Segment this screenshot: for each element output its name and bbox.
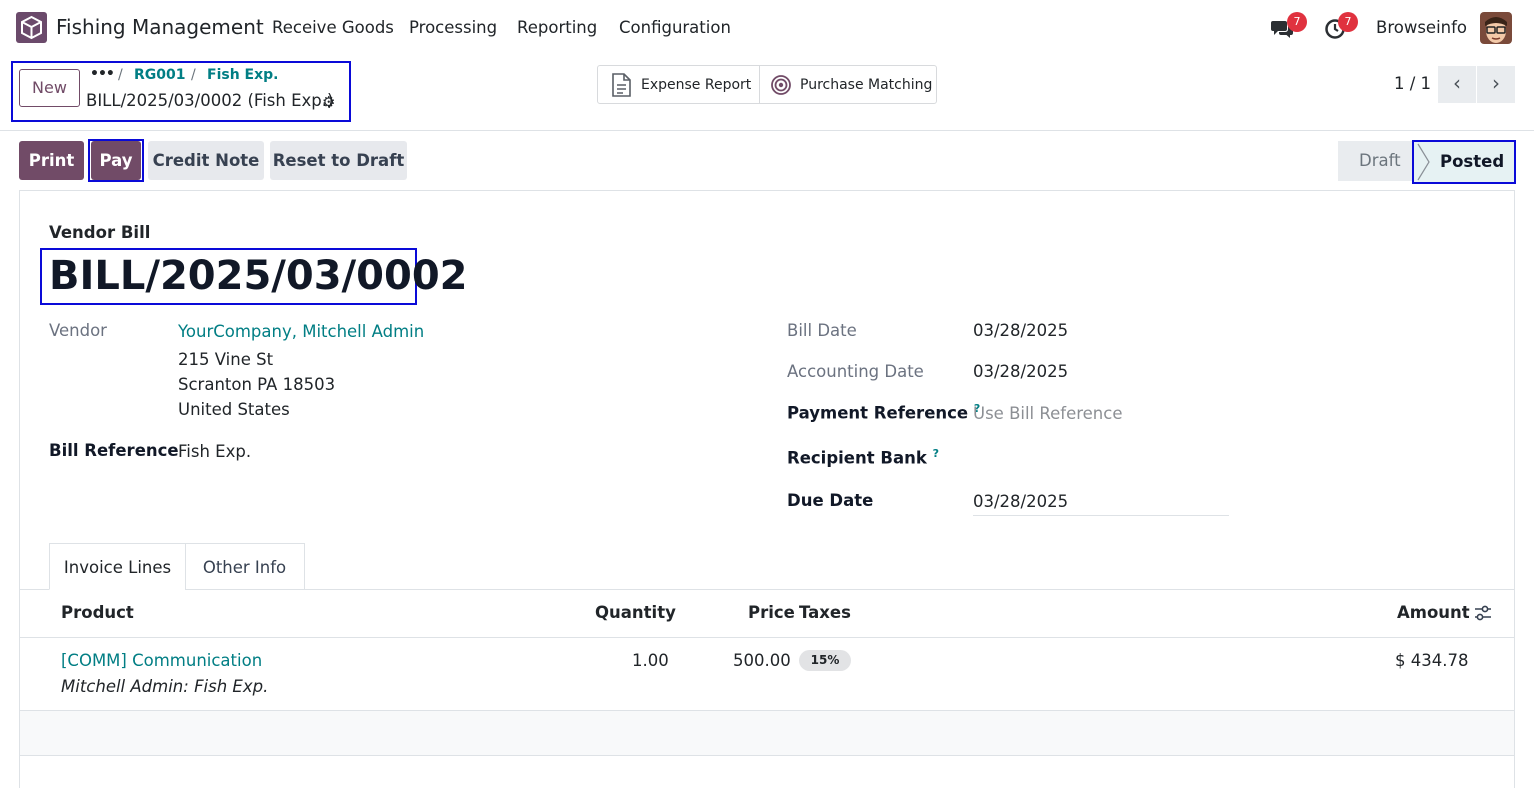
user-avatar[interactable] bbox=[1480, 12, 1512, 44]
due-date-value[interactable]: 03/28/2025 bbox=[973, 492, 1068, 511]
purchase-matching-label: Purchase Matching bbox=[800, 76, 933, 93]
menu-receive-goods[interactable]: Receive Goods bbox=[272, 18, 394, 37]
line-product-link[interactable]: [COMM] Communication bbox=[61, 651, 262, 670]
column-price[interactable]: Price bbox=[748, 603, 795, 622]
payment-reference-label: Payment Reference ? bbox=[787, 402, 980, 423]
new-button[interactable]: New bbox=[19, 69, 80, 107]
column-settings-icon[interactable] bbox=[1474, 604, 1492, 622]
user-name[interactable]: Browseinfo bbox=[1376, 18, 1467, 37]
breadcrumb-more-icon[interactable]: ••• bbox=[90, 66, 115, 82]
accounting-date-label: Accounting Date bbox=[787, 362, 924, 381]
document-type: Vendor Bill bbox=[49, 223, 151, 242]
payment-reference-input[interactable]: Use Bill Reference bbox=[973, 404, 1122, 423]
pager-value[interactable]: 1 / 1 bbox=[1394, 74, 1431, 93]
control-panel-divider bbox=[0, 130, 1534, 131]
breadcrumb-fish-exp[interactable]: Fish Exp. bbox=[207, 67, 278, 83]
bill-date-value[interactable]: 03/28/2025 bbox=[973, 321, 1068, 340]
column-amount[interactable]: Amount bbox=[1397, 603, 1470, 622]
due-date-underline bbox=[973, 515, 1229, 516]
target-icon bbox=[771, 74, 791, 95]
bill-reference-value[interactable]: Fish Exp. bbox=[178, 442, 251, 461]
menu-processing[interactable]: Processing bbox=[409, 18, 497, 37]
line-tax-badge[interactable]: 15% bbox=[799, 650, 851, 671]
due-date-label: Due Date bbox=[787, 491, 874, 510]
status-arrow-icon bbox=[1417, 143, 1430, 181]
vendor-address-country: United States bbox=[178, 400, 290, 419]
line-quantity[interactable]: 1.00 bbox=[632, 651, 669, 670]
bill-reference-label: Bill Reference bbox=[49, 441, 179, 460]
table-header-divider bbox=[20, 637, 1514, 638]
recipient-bank-input[interactable] bbox=[973, 444, 1229, 470]
gear-icon[interactable]: ⚙ bbox=[322, 93, 335, 111]
breadcrumb-separator: / bbox=[118, 67, 123, 83]
menu-configuration[interactable]: Configuration bbox=[619, 18, 731, 37]
document-icon bbox=[612, 72, 631, 97]
reset-to-draft-button[interactable]: Reset to Draft bbox=[270, 141, 407, 180]
pay-button-highlight bbox=[88, 139, 144, 182]
breadcrumb-rg001[interactable]: RG001 bbox=[134, 67, 186, 83]
help-icon[interactable]: ? bbox=[933, 447, 939, 460]
smart-button-divider bbox=[759, 66, 760, 103]
vendor-address-city: Scranton PA 18503 bbox=[178, 375, 336, 394]
status-posted-label: Posted bbox=[1440, 152, 1505, 171]
status-posted[interactable]: Posted bbox=[1412, 140, 1516, 184]
breadcrumb-separator: / bbox=[191, 67, 196, 83]
expense-report-button[interactable]: Expense Report bbox=[610, 66, 758, 103]
line-amount: $ 434.78 bbox=[1395, 651, 1469, 670]
tab-other-info[interactable]: Other Info bbox=[185, 543, 305, 590]
activities-count-badge: 7 bbox=[1338, 12, 1358, 32]
pager-previous-button[interactable]: ‹ bbox=[1438, 66, 1476, 103]
print-button[interactable]: Print bbox=[19, 141, 84, 180]
table-empty-row bbox=[20, 711, 1514, 755]
credit-note-button[interactable]: Credit Note bbox=[148, 141, 264, 180]
vendor-label: Vendor bbox=[49, 321, 107, 340]
expense-report-label: Expense Report bbox=[641, 76, 752, 93]
record-name: BILL/2025/03/0002 (Fish Exp.) bbox=[86, 91, 334, 110]
line-description: Mitchell Admin: Fish Exp. bbox=[61, 677, 269, 696]
smart-buttons: Expense Report Purchase Matching bbox=[597, 65, 937, 104]
recipient-bank-label: Recipient Bank ? bbox=[787, 447, 939, 468]
bill-date-label: Bill Date bbox=[787, 321, 857, 340]
app-name[interactable]: Fishing Management bbox=[56, 15, 264, 39]
column-quantity[interactable]: Quantity bbox=[595, 603, 676, 622]
purchase-matching-button[interactable]: Purchase Matching bbox=[770, 66, 935, 103]
recipient-bank-label-text: Recipient Bank bbox=[787, 448, 927, 468]
tab-invoice-lines[interactable]: Invoice Lines bbox=[49, 543, 186, 590]
vendor-name-link[interactable]: YourCompany, Mitchell Admin bbox=[178, 322, 424, 341]
bill-number-title: BILL/2025/03/0002 bbox=[40, 248, 468, 305]
line-price[interactable]: 500.00 bbox=[733, 651, 791, 670]
menu-reporting[interactable]: Reporting bbox=[517, 18, 597, 37]
app-logo-icon[interactable] bbox=[16, 12, 47, 43]
messages-count-badge: 7 bbox=[1287, 12, 1307, 32]
column-taxes[interactable]: Taxes bbox=[799, 603, 851, 622]
vendor-address-street: 215 Vine St bbox=[178, 350, 274, 369]
pager-next-button[interactable]: › bbox=[1477, 66, 1515, 103]
column-product[interactable]: Product bbox=[61, 603, 134, 622]
status-draft[interactable]: Draft bbox=[1338, 141, 1418, 181]
payment-reference-label-text: Payment Reference bbox=[787, 403, 969, 423]
accounting-date-value[interactable]: 03/28/2025 bbox=[973, 362, 1068, 381]
table-row-divider bbox=[20, 755, 1514, 756]
